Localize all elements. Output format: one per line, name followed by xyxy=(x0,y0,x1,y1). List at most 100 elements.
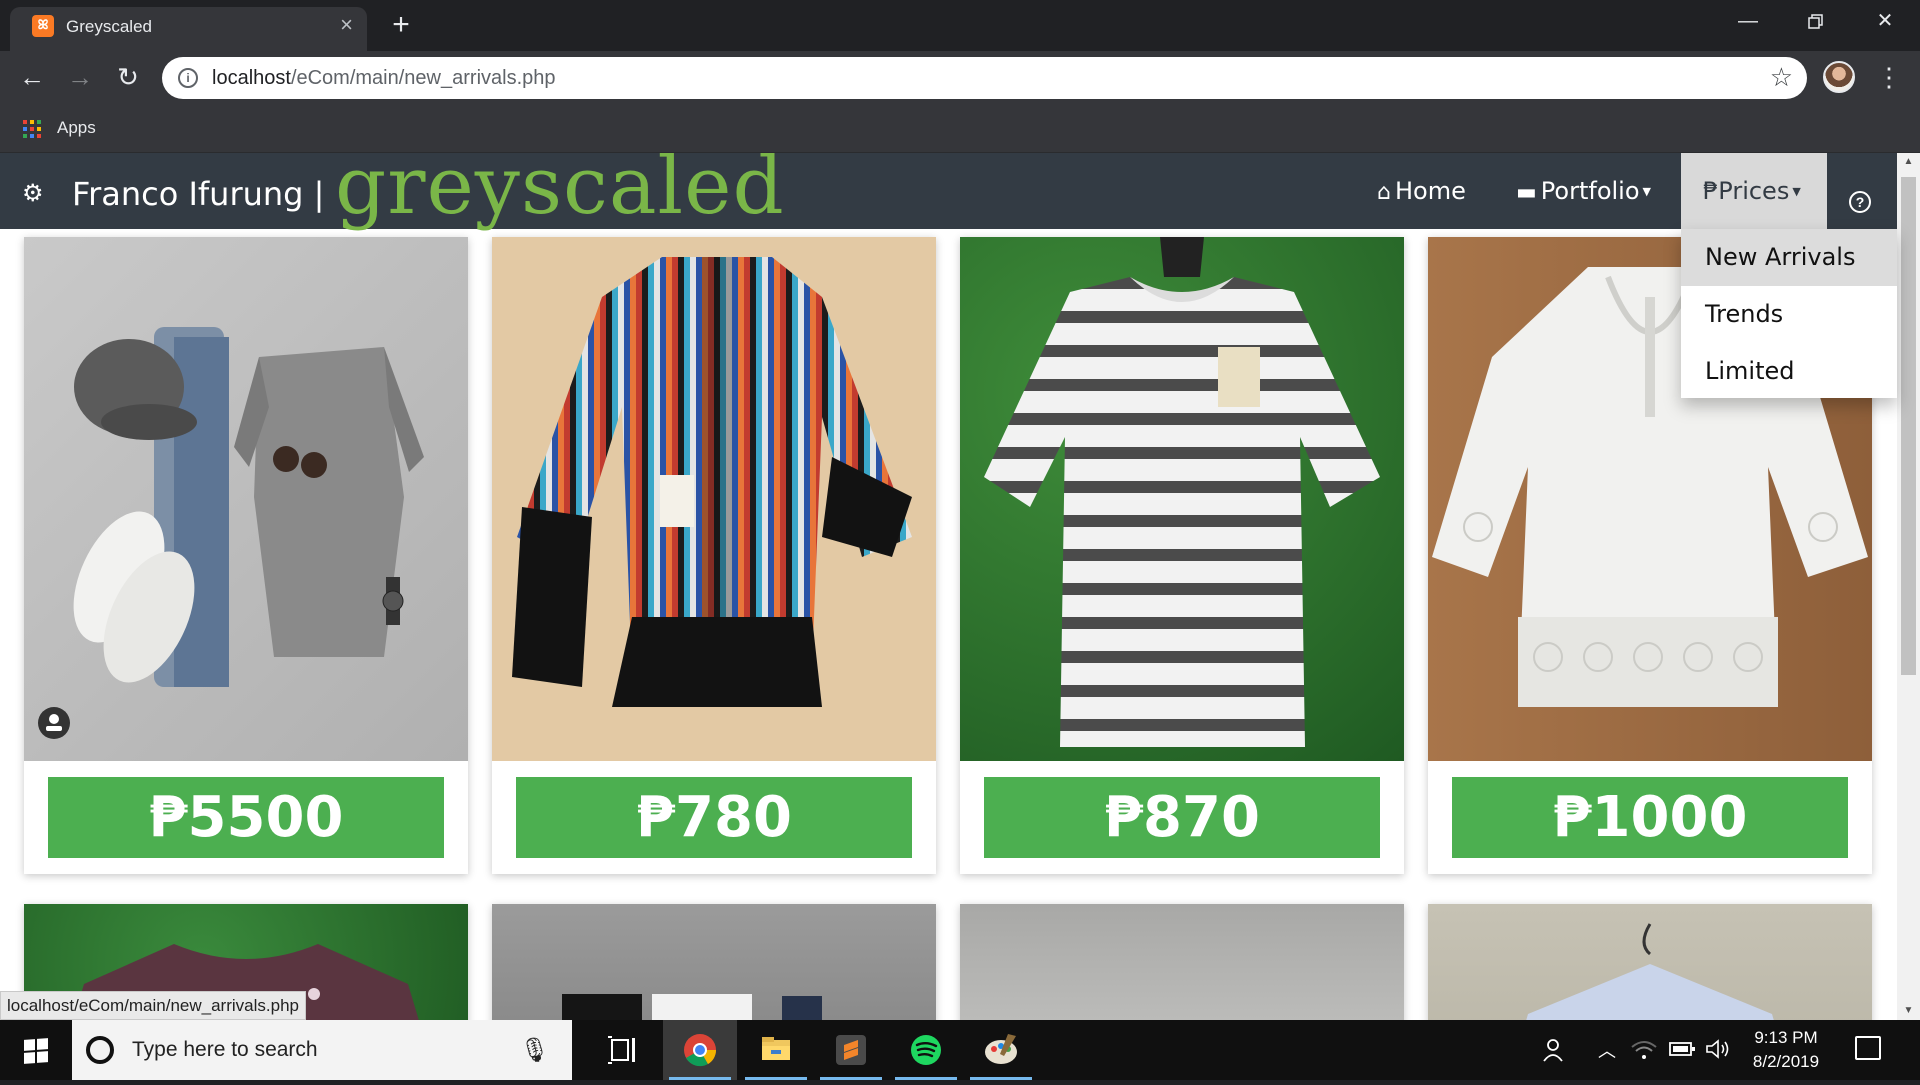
brand-separator: | xyxy=(313,175,325,213)
price-button[interactable]: ₱5500 xyxy=(48,777,444,858)
taskbar-paint[interactable] xyxy=(964,1020,1038,1080)
people-glyph xyxy=(1543,1039,1563,1062)
product-card xyxy=(1428,904,1872,1020)
dropdown-item-limited[interactable]: Limited xyxy=(1681,343,1897,400)
cortana-icon[interactable] xyxy=(86,1036,114,1064)
bookmark-star-icon[interactable]: ☆ xyxy=(1770,62,1793,93)
taskbar-sublime-text[interactable] xyxy=(814,1020,888,1080)
restore-button[interactable] xyxy=(1781,0,1851,44)
home-icon: ⌂ xyxy=(1377,180,1391,205)
browser-tab[interactable]: ꕤ Greyscaled × xyxy=(10,7,367,51)
scroll-up-icon[interactable]: ▲ xyxy=(1897,153,1920,171)
scrollbar-thumb[interactable] xyxy=(1901,177,1916,675)
product-photo[interactable] xyxy=(492,237,936,761)
microphone-icon[interactable]: 🎙 xyxy=(520,1036,550,1065)
profile-avatar[interactable] xyxy=(1823,61,1855,93)
striped-tee-image xyxy=(984,237,1380,747)
caret-down-icon: ▼ xyxy=(1642,185,1651,198)
site-navbar: ⚙ Franco Ifurung | greyscaled ⌂ Home ▬ Por… xyxy=(0,153,1897,232)
product-photo[interactable] xyxy=(1428,904,1872,1020)
apps-grid-icon[interactable] xyxy=(23,120,41,138)
battery-glyph xyxy=(1669,1042,1695,1056)
tab-title: Greyscaled xyxy=(66,17,152,36)
taskbar-clock[interactable]: 9:13 PM 8/2/2019 xyxy=(1740,1026,1832,1074)
dropdown-item-trends[interactable]: Trends xyxy=(1681,286,1897,343)
nav-portfolio-label: Portfolio xyxy=(1540,177,1640,205)
tab-close-icon[interactable]: × xyxy=(340,14,353,36)
flatlay-image xyxy=(562,994,822,1020)
prices-dropdown-menu: New Arrivals Trends Limited xyxy=(1681,229,1897,398)
nav-home-label: Home xyxy=(1394,177,1466,205)
taskbar-chrome[interactable] xyxy=(663,1020,737,1080)
reload-icon[interactable]: ↻ xyxy=(110,59,146,95)
price-button[interactable]: ₱870 xyxy=(984,777,1380,858)
bookmarks-bar: Apps xyxy=(0,104,1920,153)
taskbar-file-explorer[interactable] xyxy=(739,1020,813,1080)
site-info-icon[interactable]: i xyxy=(178,68,198,88)
price-button[interactable]: ₱1000 xyxy=(1452,777,1848,858)
apps-link[interactable]: Apps xyxy=(57,118,96,138)
product-photo[interactable] xyxy=(24,237,468,761)
browser-menu-icon[interactable]: ⋮ xyxy=(1876,59,1902,95)
product-photo[interactable] xyxy=(960,904,1404,1020)
product-card: ₱780 xyxy=(492,237,936,874)
wifi-glyph xyxy=(1631,1041,1657,1059)
product-card xyxy=(492,904,936,1020)
chrome-icon xyxy=(684,1034,717,1067)
wifi-icon[interactable] xyxy=(1630,1037,1658,1067)
volume-glyph xyxy=(1706,1039,1729,1059)
link-status-bubble: localhost/eCom/main/new_arrivals.php xyxy=(0,991,306,1020)
product-photo[interactable] xyxy=(492,904,936,1020)
folder-icon: ▬ xyxy=(1516,180,1537,205)
task-view-button[interactable] xyxy=(588,1020,662,1080)
outfit-flatlay-image xyxy=(38,327,424,739)
start-button[interactable] xyxy=(0,1020,72,1080)
volume-icon[interactable] xyxy=(1704,1037,1732,1067)
nav-prices[interactable]: ₱Prices ▼ xyxy=(1681,153,1827,229)
action-center-icon[interactable] xyxy=(1855,1036,1881,1060)
back-arrow-icon[interactable]: ← xyxy=(14,59,50,95)
windows-logo-icon xyxy=(24,1038,48,1064)
clock-date: 8/2/2019 xyxy=(1752,1052,1820,1071)
paint-palette-icon xyxy=(985,1034,1017,1064)
shirt-on-hanger-image xyxy=(1526,923,1774,1020)
product-photo[interactable] xyxy=(960,237,1404,761)
product-card: ₱870 xyxy=(960,237,1404,874)
url-path: /eCom/main/new_arrivals.php xyxy=(290,67,556,89)
restore-icon xyxy=(1808,14,1823,29)
brand-name-text: Franco Ifurung xyxy=(72,175,304,213)
windows-taskbar: Type here to search 🎙 ︿ 9:13 PM 8/2/2019 xyxy=(0,1020,1920,1080)
price-button[interactable]: ₱780 xyxy=(516,777,912,858)
nav-prices-label: ₱Prices xyxy=(1703,177,1790,205)
battery-icon[interactable] xyxy=(1668,1037,1696,1067)
tab-strip: ꕤ Greyscaled × + — ✕ xyxy=(0,0,1920,51)
page-scrollbar[interactable]: ▲ ▼ xyxy=(1897,153,1920,1020)
xampp-favicon-icon: ꕤ xyxy=(32,15,54,37)
scroll-down-icon[interactable]: ▼ xyxy=(1897,1002,1920,1020)
spotify-icon xyxy=(911,1035,941,1065)
show-hidden-icons-chevron-icon[interactable]: ︿ xyxy=(1598,1037,1616,1063)
taskbar-spotify[interactable] xyxy=(889,1020,963,1080)
url-text[interactable]: localhost/eCom/main/new_arrivals.php xyxy=(212,67,556,90)
dropdown-item-new-arrivals[interactable]: New Arrivals xyxy=(1681,229,1897,286)
browser-toolbar: ← → ↻ i localhost/eCom/main/new_arrivals… xyxy=(0,51,1920,104)
nav-portfolio[interactable]: ▬ Portfolio ▼ xyxy=(1516,153,1651,229)
new-tab-button[interactable]: + xyxy=(384,9,418,43)
nav-home[interactable]: ⌂ Home xyxy=(1377,153,1466,229)
taskbar-search-box[interactable]: Type here to search 🎙 xyxy=(72,1020,572,1080)
brand-name[interactable]: Franco Ifurung | xyxy=(72,175,324,213)
url-host: localhost xyxy=(212,67,291,89)
people-icon[interactable] xyxy=(1542,1037,1568,1069)
minimize-button[interactable]: — xyxy=(1713,0,1783,44)
sublime-text-icon xyxy=(836,1035,866,1065)
close-window-button[interactable]: ✕ xyxy=(1850,0,1920,44)
striped-cardigan-image xyxy=(512,257,912,707)
search-placeholder: Type here to search xyxy=(132,1038,318,1061)
brand-logo[interactable]: greyscaled xyxy=(335,153,785,232)
forward-arrow-icon[interactable]: → xyxy=(62,59,98,95)
gears-icon: ⚙ xyxy=(22,179,44,207)
product-card xyxy=(960,904,1404,1020)
address-bar[interactable]: i localhost/eCom/main/new_arrivals.php ☆ xyxy=(162,57,1807,99)
help-icon[interactable]: ? xyxy=(1849,191,1871,213)
clock-time: 9:13 PM xyxy=(1754,1028,1818,1047)
